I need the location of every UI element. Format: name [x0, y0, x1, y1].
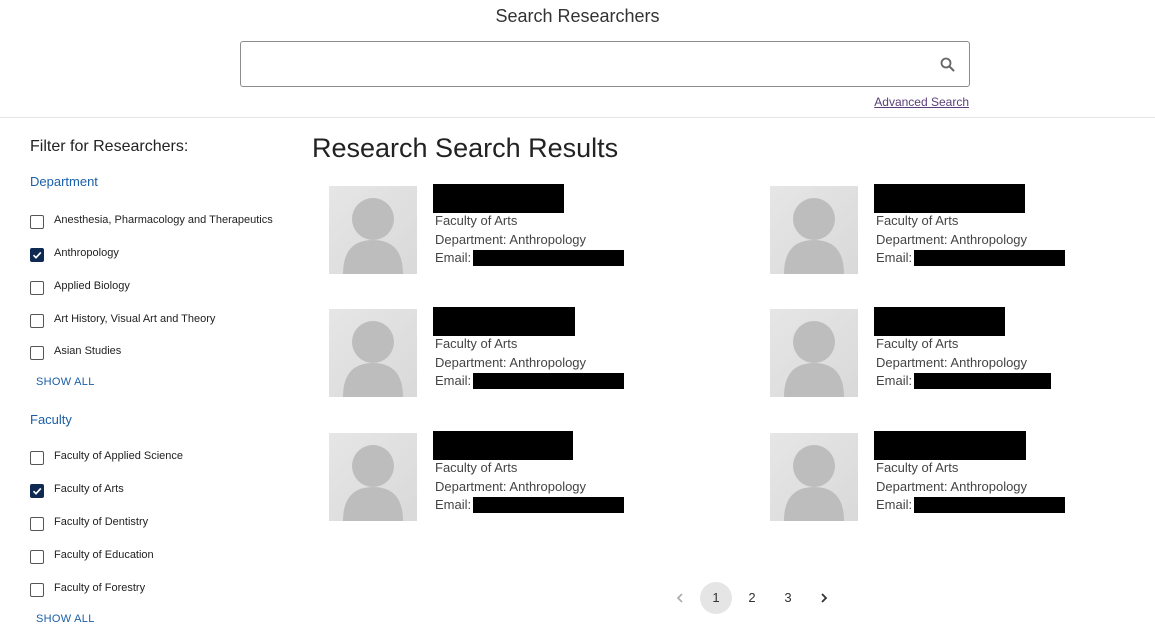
person-placeholder-icon	[784, 198, 844, 274]
advanced-search-link[interactable]: Advanced Search	[874, 95, 969, 109]
avatar	[329, 186, 417, 274]
faculty-filter-heading: Faculty	[30, 412, 72, 427]
faculty-filter-option[interactable]: Faculty of Education	[30, 548, 300, 568]
department-filter-heading: Department	[30, 174, 98, 189]
page-1-button[interactable]: 1	[700, 582, 732, 614]
pagination: 1 2 3	[0, 582, 1155, 614]
faculty-filter-label: Faculty of Dentistry	[54, 516, 149, 528]
department-filter-label: Art History, Visual Art and Theory	[54, 313, 216, 325]
redacted-email	[914, 373, 1051, 389]
researcher-card[interactable]: Faculty of Arts Department: Anthropology E…	[770, 307, 1130, 401]
department-text: Department: Anthropology	[435, 232, 587, 247]
page-title: Search Researchers	[495, 6, 660, 26]
checkbox[interactable]	[30, 314, 44, 328]
department-text: Department: Anthropology	[876, 479, 1028, 494]
redacted-name	[874, 307, 1005, 336]
redacted-name	[433, 307, 575, 336]
faculty-filter-label: Faculty of Arts	[54, 483, 124, 495]
checkbox-checked[interactable]	[30, 248, 44, 262]
department-text: Department: Anthropology	[435, 355, 587, 370]
checkbox[interactable]	[30, 346, 44, 360]
email-label: Email:	[435, 373, 472, 388]
researcher-card[interactable]: Faculty of Arts Department: Anthropology E…	[329, 431, 689, 525]
faculty-filter-option[interactable]: Faculty of Dentistry	[30, 515, 300, 535]
redacted-email	[914, 497, 1065, 513]
prev-page-button[interactable]	[664, 582, 696, 614]
checkbox[interactable]	[30, 215, 44, 229]
faculty-text: Faculty of Arts	[876, 336, 959, 351]
department-filter-label: Anthropology	[54, 247, 119, 259]
faculty-filter-option[interactable]: Faculty of Applied Science	[30, 449, 300, 469]
email-label: Email:	[435, 497, 472, 512]
filter-heading: Filter for Researchers:	[30, 138, 189, 155]
person-placeholder-icon	[343, 198, 403, 274]
faculty-filter-label: Faculty of Applied Science	[54, 450, 184, 462]
person-placeholder-icon	[343, 445, 403, 521]
department-text: Department: Anthropology	[876, 232, 1028, 247]
researcher-card[interactable]: Faculty of Arts Department: Anthropology E…	[770, 431, 1130, 525]
department-filter-label: Anesthesia, Pharmacology and Therapeutic…	[54, 214, 273, 226]
faculty-show-all-button[interactable]: SHOW ALL	[36, 613, 95, 625]
redacted-name	[433, 184, 564, 213]
department-filter-option[interactable]: Anesthesia, Pharmacology and Therapeutic…	[30, 213, 300, 233]
search-input[interactable]	[253, 42, 913, 86]
results-title: Research Search Results	[312, 133, 619, 163]
department-text: Department: Anthropology	[435, 479, 587, 494]
faculty-text: Faculty of Arts	[435, 336, 518, 351]
person-placeholder-icon	[784, 445, 844, 521]
redacted-name	[433, 431, 573, 460]
avatar	[770, 186, 858, 274]
researcher-card[interactable]: Faculty of Arts Department: Anthropology E…	[770, 184, 1130, 278]
search-box[interactable]	[240, 41, 970, 87]
department-filter-option[interactable]: Applied Biology	[30, 279, 300, 299]
checkbox-checked[interactable]	[30, 484, 44, 498]
avatar	[770, 433, 858, 521]
redacted-email	[914, 250, 1065, 266]
checkbox[interactable]	[30, 550, 44, 564]
researcher-card[interactable]: Faculty of Arts Department: Anthropology E…	[329, 184, 689, 278]
checkbox[interactable]	[30, 281, 44, 295]
department-show-all-button[interactable]: SHOW ALL	[36, 376, 95, 388]
page-3-button[interactable]: 3	[772, 582, 804, 614]
department-filter-option[interactable]: Art History, Visual Art and Theory	[30, 312, 300, 332]
faculty-text: Faculty of Arts	[435, 213, 518, 228]
page-header: Search Researchers Advanced Search	[0, 0, 1155, 118]
chevron-right-icon	[821, 593, 828, 603]
department-filter-label: Applied Biology	[54, 280, 130, 292]
department-text: Department: Anthropology	[876, 355, 1028, 370]
department-filter-label: Asian Studies	[54, 345, 122, 357]
checkmark-icon	[32, 251, 42, 259]
department-filter-option[interactable]: Asian Studies	[30, 344, 300, 364]
chevron-left-icon	[676, 593, 683, 603]
faculty-filter-option[interactable]: Faculty of Arts	[30, 482, 300, 502]
avatar	[329, 309, 417, 397]
search-icon[interactable]	[939, 56, 957, 74]
department-filter-option[interactable]: Anthropology	[30, 246, 300, 266]
redacted-email	[473, 497, 624, 513]
redacted-name	[874, 431, 1026, 460]
redacted-name	[874, 184, 1025, 213]
avatar	[770, 309, 858, 397]
email-label: Email:	[876, 250, 913, 265]
faculty-text: Faculty of Arts	[876, 460, 959, 475]
checkbox[interactable]	[30, 517, 44, 531]
email-label: Email:	[876, 373, 913, 388]
page-2-button[interactable]: 2	[736, 582, 768, 614]
checkmark-icon	[32, 487, 42, 495]
email-label: Email:	[876, 497, 913, 512]
person-placeholder-icon	[784, 321, 844, 397]
researcher-card[interactable]: Faculty of Arts Department: Anthropology E…	[329, 307, 689, 401]
faculty-filter-label: Faculty of Education	[54, 549, 154, 561]
email-label: Email:	[435, 250, 472, 265]
redacted-email	[473, 250, 624, 266]
avatar	[329, 433, 417, 521]
faculty-text: Faculty of Arts	[435, 460, 518, 475]
next-page-button[interactable]	[808, 582, 840, 614]
redacted-email	[473, 373, 624, 389]
checkbox[interactable]	[30, 451, 44, 465]
person-placeholder-icon	[343, 321, 403, 397]
faculty-text: Faculty of Arts	[876, 213, 959, 228]
filter-sidebar: Filter for Researchers: Department Anest…	[30, 117, 300, 641]
